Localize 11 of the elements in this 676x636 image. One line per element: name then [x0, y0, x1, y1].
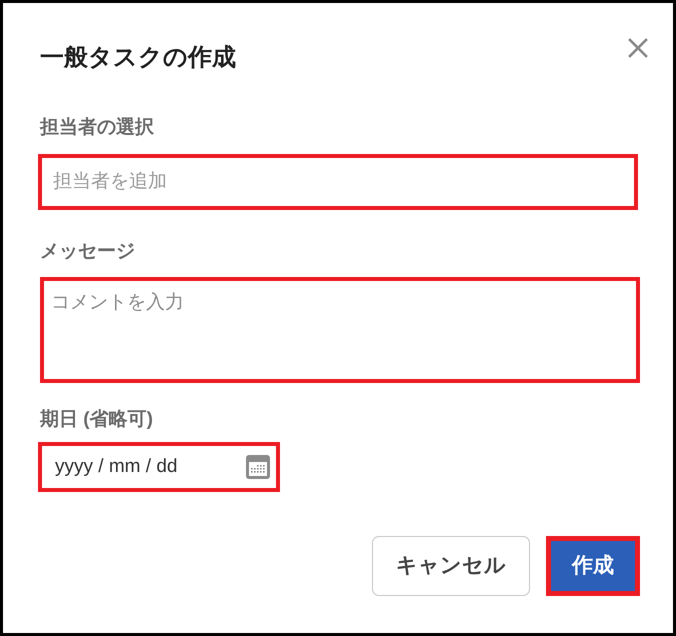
- field-label: 期日 (省略可): [40, 408, 153, 432]
- comment-field[interactable]: コメントを入力: [40, 277, 640, 383]
- calendar-icon[interactable]: [246, 455, 270, 479]
- cancel-button[interactable]: キャンセル: [372, 536, 530, 596]
- field-label: 担当者の選択: [40, 116, 154, 140]
- field-label: メッセージ: [40, 240, 135, 264]
- assignee-field[interactable]: 担当者を追加: [38, 154, 638, 210]
- create-button[interactable]: 作成: [546, 536, 640, 596]
- date-field[interactable]: yyyy / mm / dd: [38, 442, 280, 492]
- dialog-title: 一般タスクの作成: [40, 43, 236, 73]
- close-icon[interactable]: [628, 38, 648, 58]
